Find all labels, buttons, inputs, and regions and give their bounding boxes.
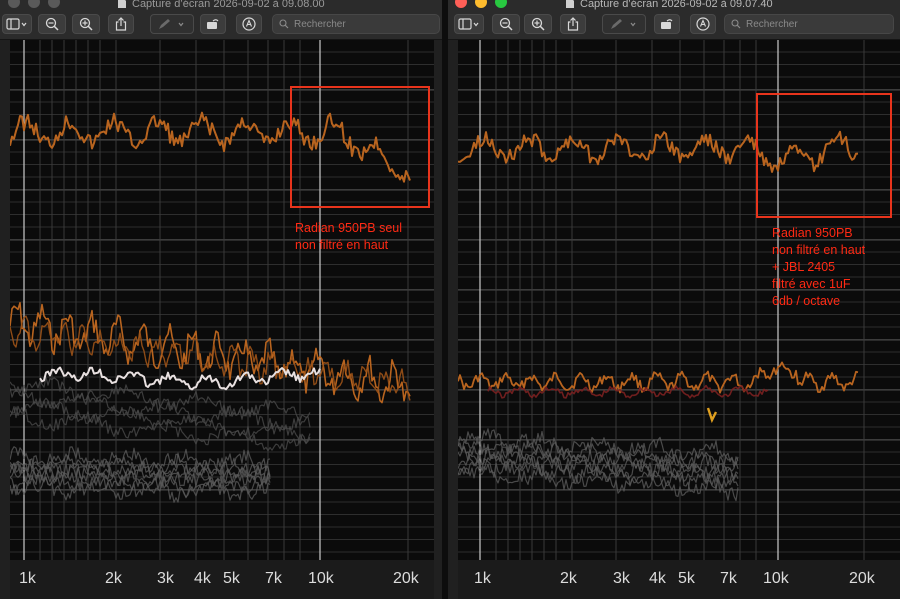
window-title: Capture d’écran 2026-09-02 à 09.07.40 [566,0,773,10]
search-field[interactable]: Rechercher [724,14,894,34]
freq-label-5k: 5k [678,570,695,587]
window-title: Capture d’écran 2026-09-02 à 09.08.00 [118,0,325,10]
freq-label-7k: 7k [265,570,282,587]
zoom-in-icon [531,17,545,31]
markup-pen-button[interactable] [150,14,194,34]
window-controls [8,0,60,9]
zoom-out-button[interactable] [38,14,66,34]
freq-label-5k: 5k [223,570,240,587]
markup-icon [696,17,710,31]
frequency-axis: 1k 2k 3k 4k 5k 7k 10k 20k [458,560,900,599]
pen-icon [159,19,184,29]
freq-label-10k: 10k [308,570,334,587]
freq-label-20k: 20k [393,570,419,587]
rotate-button[interactable] [654,14,680,34]
share-button[interactable] [560,14,586,34]
freq-label-7k: 7k [720,570,737,587]
freq-label-4k: 4k [194,570,211,587]
response-trace-lower [458,361,859,394]
search-icon [731,19,741,29]
freq-label-2k: 2k [105,570,122,587]
zoom-in-icon [79,17,93,31]
markup-icon [242,17,256,31]
rotate-icon [207,19,219,29]
close-button[interactable] [8,0,20,8]
annotation-box [290,86,430,208]
zoom-in-button[interactable] [72,14,100,34]
freq-label-3k: 3k [613,570,630,587]
sidebar-icon [458,18,479,30]
frequency-axis: 1k 2k 3k 4k 5k 7k 10k 20k [10,560,434,599]
sidebar-toggle-button[interactable] [454,14,484,34]
pen-icon [611,19,636,29]
zoom-button[interactable] [48,0,60,8]
minimize-button[interactable] [28,0,40,8]
share-icon [115,17,127,31]
annotation-box [756,93,892,218]
preview-window-left: Capture d’écran 2026-09-02 à 09.08.00 Re… [0,0,442,599]
window-controls [455,0,507,9]
rotate-button[interactable] [200,14,226,34]
document-icon [118,0,126,8]
red-trace [487,384,769,399]
toolbar: Rechercher [448,14,900,36]
annotation-text: Radian 950PB non filtré en haut + JBL 24… [772,226,866,308]
zoom-out-icon [499,17,513,31]
freq-label-10k: 10k [763,570,789,587]
close-button[interactable] [455,0,467,8]
freq-label-4k: 4k [649,570,666,587]
white-trace [39,366,321,391]
rotate-icon [661,19,673,29]
search-placeholder: Rechercher [294,18,346,30]
zoom-out-button[interactable] [492,14,520,34]
markup-button[interactable] [236,14,262,34]
search-placeholder: Rechercher [746,18,798,30]
search-field[interactable]: Rechercher [272,14,440,34]
zoom-in-button[interactable] [524,14,552,34]
freq-label-20k: 20k [849,570,875,587]
freq-label-2k: 2k [560,570,577,587]
share-icon [567,17,579,31]
zoom-out-icon [45,17,59,31]
markup-pen-button[interactable] [602,14,646,34]
share-button[interactable] [108,14,134,34]
freq-label-3k: 3k [157,570,174,587]
freq-label-1k: 1k [19,570,36,587]
minimize-button[interactable] [475,0,487,8]
search-icon [279,19,289,29]
annotation-text: Radian 950PB seul non filtré en haut [295,221,403,252]
sidebar-icon [6,18,27,30]
sidebar-toggle-button[interactable] [2,14,32,34]
document-icon [566,0,574,8]
zoom-button[interactable] [495,0,507,8]
preview-window-right: Capture d’écran 2026-09-02 à 09.07.40 Re… [448,0,900,599]
markup-button[interactable] [690,14,716,34]
toolbar: Rechercher [0,14,442,36]
freq-label-1k: 1k [474,570,491,587]
